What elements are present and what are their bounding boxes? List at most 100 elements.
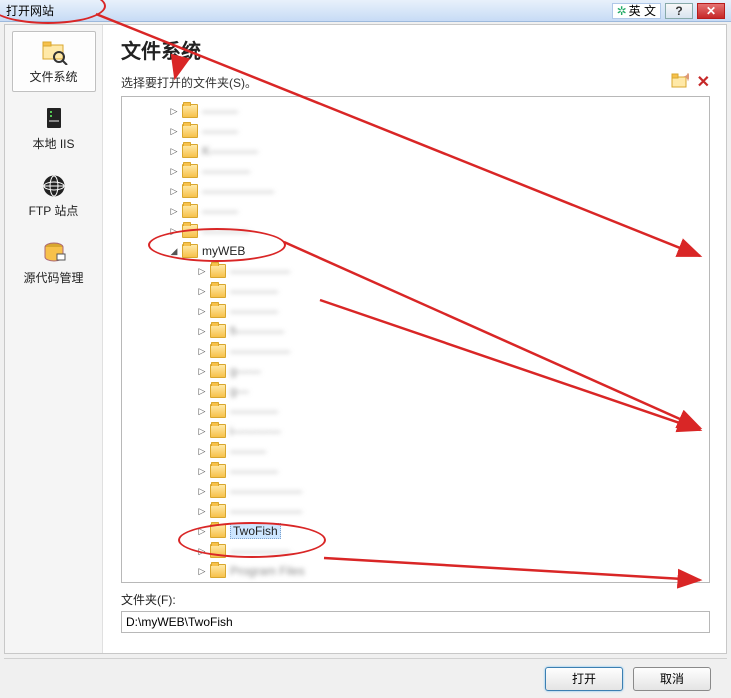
tree-node-label: ———— [230,464,278,478]
tree-node-label: ————— [230,544,290,558]
tree-node[interactable]: ▷ K———— [122,141,709,161]
tree-node-label: ——— [202,104,238,118]
tree-node[interactable]: ▷ g—— [122,361,709,381]
sidebar-item-ftp[interactable]: FTP 站点 [12,165,96,226]
cancel-button[interactable]: 取消 [633,667,711,691]
tree-node[interactable]: ▷—————— [122,481,709,501]
collapse-icon[interactable]: ◢ [168,245,180,257]
tree-node[interactable]: ▷ —————— [122,181,709,201]
folder-icon [210,364,226,378]
tree-node-label: —————— [202,184,274,198]
tree-node[interactable]: ▷—————— [122,501,709,521]
folder-icon [182,224,198,238]
folder-icon [210,444,226,458]
expand-icon[interactable]: ▷ [196,525,208,537]
tree-node-label: ————— [230,264,290,278]
folder-search-icon [38,38,70,66]
expand-icon[interactable]: ▷ [196,385,208,397]
folder-icon [182,204,198,218]
folder-icon [210,324,226,338]
expand-icon[interactable]: ▷ [168,145,180,157]
tree-node[interactable]: ▷——— [122,441,709,461]
expand-icon[interactable]: ▷ [196,345,208,357]
expand-icon[interactable]: ▷ [196,325,208,337]
dialog-footer: 打开 取消 [4,658,727,698]
folder-icon [210,264,226,278]
tree-node[interactable]: ▷ ——— [122,101,709,121]
expand-icon[interactable]: ▷ [168,185,180,197]
help-button[interactable]: ? [665,3,693,19]
tree-node-label: fi———— [230,324,284,338]
folder-path-input[interactable] [121,611,710,633]
expand-icon[interactable]: ▷ [168,125,180,137]
tree-node-myweb[interactable]: ◢ myWEB [122,241,709,261]
open-button[interactable]: 打开 [545,667,623,691]
tree-node[interactable]: ▷ g— [122,381,709,401]
expand-icon[interactable]: ▷ [168,105,180,117]
ime-indicator[interactable]: ✲ 英 文 [612,3,661,19]
tree-node-label: i———— [230,424,281,438]
folder-icon [182,124,198,138]
expand-icon[interactable]: ▷ [196,565,208,577]
folder-icon [210,404,226,418]
folder-icon [210,304,226,318]
server-icon [38,105,70,133]
expand-icon[interactable]: ▷ [196,505,208,517]
tree-node-label: ———— [202,224,250,238]
dialog-body: 文件系统 本地 IIS FTP 站点 源代码管理 文件系统 选择要打开的文件夹(… [4,24,727,654]
tree-node[interactable]: ▷——— [122,121,709,141]
tree-node[interactable]: ▷————— [122,341,709,361]
tree-node[interactable]: ▷——— [122,201,709,221]
expand-icon[interactable]: ▷ [196,305,208,317]
new-folder-icon[interactable]: ✦ [671,73,689,92]
tree-node[interactable]: ▷ fi———— [122,321,709,341]
tree-node[interactable]: ▷ ———— [122,301,709,321]
tree-node-label: g—— [230,364,261,378]
tree-node[interactable]: ▷ ———— [122,461,709,481]
tree-node-label: TwoFish [230,523,281,539]
tree-node[interactable]: ▷ ———— [122,221,709,241]
expand-icon[interactable]: ▷ [196,265,208,277]
expand-icon[interactable]: ▷ [196,425,208,437]
expand-icon[interactable]: ▷ [196,545,208,557]
folder-icon [182,244,198,258]
folder-icon [182,104,198,118]
tree-node-twofish[interactable]: ▷ TwoFish [122,521,709,541]
expand-icon[interactable]: ▷ [168,225,180,237]
tree-node[interactable]: ▷———— [122,281,709,301]
sidebar-item-label: FTP 站点 [29,202,79,219]
ime-lang-label: 英 文 [629,2,656,19]
expand-icon[interactable]: ▷ [196,365,208,377]
tree-node[interactable]: ▷ i———— [122,421,709,441]
titlebar: 打开网站 ✲ 英 文 ? ✕ [0,0,731,22]
expand-icon[interactable]: ▷ [196,465,208,477]
tree-node-label: K———— [202,144,258,158]
tree-node[interactable]: ▷———— [122,401,709,421]
expand-icon[interactable]: ▷ [168,205,180,217]
expand-icon[interactable]: ▷ [196,405,208,417]
tree-node[interactable]: ▷ ————— [122,261,709,281]
sidebar-item-filesystem[interactable]: 文件系统 [12,31,96,92]
delete-icon[interactable]: ✕ [697,72,710,92]
tree-node[interactable]: ▷Program Files [122,561,709,581]
expand-icon[interactable]: ▷ [196,285,208,297]
expand-icon[interactable]: ▷ [196,445,208,457]
sidebar-item-sourcecontrol[interactable]: 源代码管理 [12,232,96,293]
tree-scroll[interactable]: ▷———▷———▷K————▷————▷——————▷———▷———— ◢ my… [122,97,709,582]
folder-icon [210,384,226,398]
svg-text:✦: ✦ [683,73,689,84]
window-title: 打开网站 [6,2,54,19]
sidebar-item-iis[interactable]: 本地 IIS [12,98,96,159]
expand-icon[interactable]: ▷ [168,165,180,177]
tree-node[interactable]: ▷ ————— [122,541,709,561]
tree-node-label: ———— [230,304,278,318]
tree-node-label: g— [230,384,249,398]
folder-icon [210,564,226,578]
globe-icon [38,172,70,200]
folder-field-label: 文件夹(F): [121,591,710,608]
close-button[interactable]: ✕ [697,3,725,19]
tree-node[interactable]: ▷ ———— [122,161,709,181]
tree-node-label: ———— [202,164,250,178]
sidebar: 文件系统 本地 IIS FTP 站点 源代码管理 [5,25,103,653]
expand-icon[interactable]: ▷ [196,485,208,497]
